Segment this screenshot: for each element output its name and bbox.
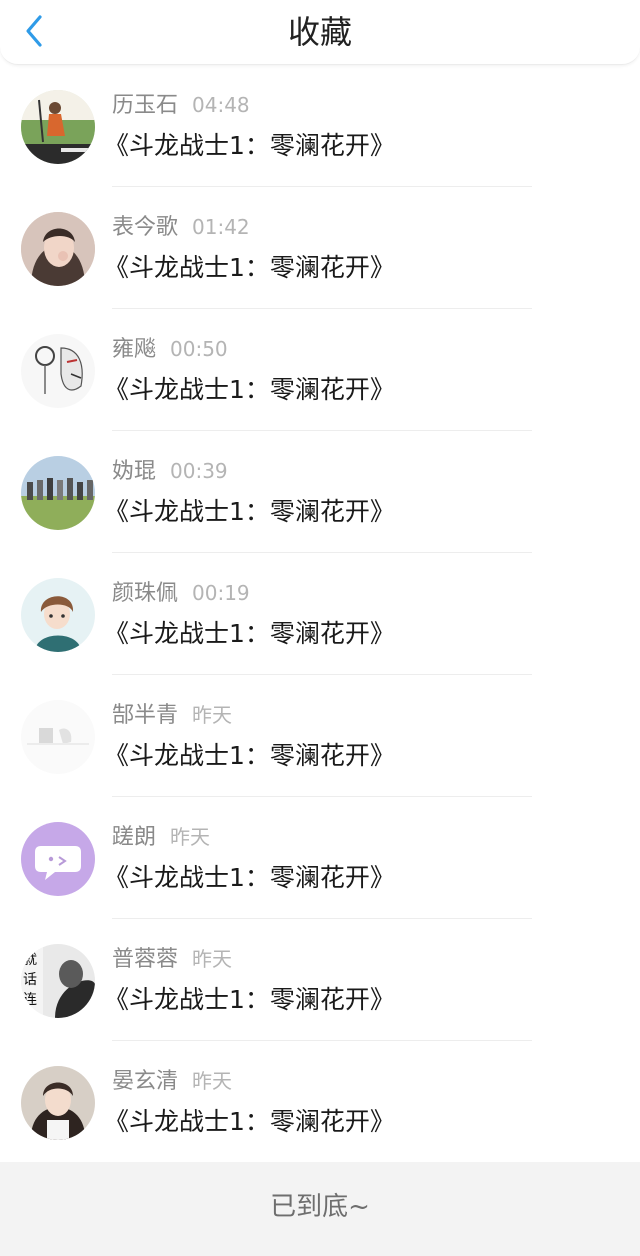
item-meta: 妫琨 00:39 [112,456,228,486]
timestamp: 昨天 [170,825,211,849]
list-item[interactable]: 蹉朗 昨天 《斗龙战士1：零澜花开》 [0,798,640,920]
list-item[interactable]: 郜半青 昨天 《斗龙战士1：零澜花开》 [0,676,640,798]
timestamp: 01:42 [192,215,250,239]
divider [112,674,532,675]
svg-text:话: 话 [23,972,37,988]
timestamp: 04:48 [192,93,250,117]
page-title: 收藏 [287,13,352,51]
list-item[interactable]: 就 话 连 普蓉蓉 昨天 《斗龙战士1：零澜花开》 [0,920,640,1042]
work-title: 《斗龙战士1：零澜花开》 [104,619,395,648]
end-of-list-footer: 已到底~ [0,1162,640,1256]
work-title: 《斗龙战士1：零澜花开》 [104,375,395,404]
user-name: 郜半青 [112,703,179,728]
item-meta: 历玉石 04:48 [112,90,250,120]
list-item[interactable]: 历玉石 04:48 《斗龙战士1：零澜花开》 [0,66,640,188]
user-name: 雍飚 [112,337,157,362]
favorites-list: 历玉石 04:48 《斗龙战士1：零澜花开》 表今歌 01:42 《斗龙战士1：零澜… [0,66,640,1164]
avatar[interactable] [21,1066,95,1140]
avatar[interactable]: 就 话 连 [21,944,95,1018]
divider [112,308,532,309]
timestamp: 昨天 [192,703,233,727]
user-name: 历玉石 [112,93,179,118]
avatar[interactable] [21,700,95,774]
avatar[interactable] [21,578,95,652]
avatar[interactable] [21,456,95,530]
list-item[interactable]: 雍飚 00:50 《斗龙战士1：零澜花开》 [0,310,640,432]
avatar[interactable] [21,212,95,286]
work-title: 《斗龙战士1：零澜花开》 [104,497,395,526]
divider [112,1040,532,1041]
list-item[interactable]: 表今歌 01:42 《斗龙战士1：零澜花开》 [0,188,640,310]
work-title: 《斗龙战士1：零澜花开》 [104,863,395,892]
item-meta: 表今歌 01:42 [112,212,250,242]
avatar[interactable] [21,334,95,408]
work-title: 《斗龙战士1：零澜花开》 [104,985,395,1014]
item-meta: 蹉朗 昨天 [112,822,210,852]
timestamp: 00:50 [170,337,228,361]
item-meta: 晏玄清 昨天 [112,1066,232,1096]
work-title: 《斗龙战士1：零澜花开》 [104,131,395,160]
user-name: 晏玄清 [112,1069,179,1094]
user-name: 蹉朗 [112,825,157,850]
divider [112,918,532,919]
timestamp: 00:19 [192,581,250,605]
divider [112,552,532,553]
divider [112,430,532,431]
timestamp: 00:39 [170,459,228,483]
user-name: 表今歌 [112,215,179,240]
user-name: 妫琨 [112,459,157,484]
item-meta: 颜珠佩 00:19 [112,578,250,608]
avatar[interactable] [21,90,95,164]
avatar[interactable] [21,822,95,896]
svg-text:连: 连 [23,992,37,1008]
item-meta: 普蓉蓉 昨天 [112,944,232,974]
user-name: 颜珠佩 [112,581,179,606]
item-meta: 郜半青 昨天 [112,700,232,730]
top-bar: 收藏 [0,0,640,65]
svg-text:就: 就 [23,952,37,968]
timestamp: 昨天 [192,1069,233,1093]
divider [112,186,532,187]
list-item[interactable]: 晏玄清 昨天 《斗龙战士1：零澜花开》 [0,1042,640,1164]
user-name: 普蓉蓉 [112,947,179,972]
item-meta: 雍飚 00:50 [112,334,228,364]
list-item[interactable]: 妫琨 00:39 《斗龙战士1：零澜花开》 [0,432,640,554]
work-title: 《斗龙战士1：零澜花开》 [104,1107,395,1136]
list-item[interactable]: 颜珠佩 00:19 《斗龙战士1：零澜花开》 [0,554,640,676]
work-title: 《斗龙战士1：零澜花开》 [104,741,395,770]
work-title: 《斗龙战士1：零澜花开》 [104,253,395,282]
timestamp: 昨天 [192,947,233,971]
divider [112,796,532,797]
